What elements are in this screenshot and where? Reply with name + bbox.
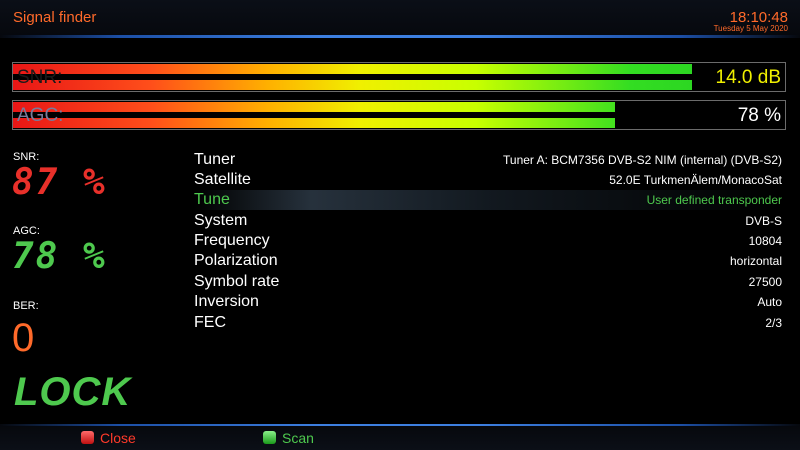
list-item-label: Polarization [194,252,278,269]
list-item-fec[interactable]: FEC 2/3 [194,313,782,333]
agc-meter-value: 78 % [737,105,781,126]
list-item-label: Tuner [194,151,236,168]
list-item-value: 2/3 [765,316,782,330]
header-divider [0,35,800,38]
close-button-label: Close [100,430,136,446]
snr-meter-label: SNR: [17,67,63,88]
list-item-label: Inversion [194,293,259,310]
snr-meter-value: 14.0 dB [715,67,782,88]
scan-button-label: Scan [282,430,314,446]
list-item-label: Frequency [194,232,270,249]
list-item-inversion[interactable]: Inversion Auto [194,292,782,312]
list-item-label: System [194,212,248,229]
snr-digital-readout: 87 % [12,162,107,203]
snr-meter-fill-bottom [13,80,693,90]
list-item-value: Tuner A: BCM7356 DVB-S2 NIM (internal) (… [503,153,782,167]
list-item-value: horizontal [729,254,782,268]
list-item-value: 52.0E TurkmenÄlem/MonacoSat [609,173,782,187]
list-item-label: Symbol rate [194,273,280,290]
list-item-label: Tune [194,191,230,208]
lock-status: LOCK [14,370,132,414]
list-item-value: 27500 [748,275,782,289]
agc-meter-fill [13,101,616,129]
snr-meter-fill [13,63,693,91]
agc-meter: AGC: 78 % [12,100,786,130]
ber-readout: 0 [12,316,35,360]
header-bar [0,0,800,37]
ber-side-label: BER: [13,300,39,312]
snr-meter: SNR: 14.0 dB [12,62,786,92]
agc-meter-label: AGC: [17,105,64,126]
page-title: Signal finder [13,9,97,26]
list-item-value: User defined transponder [646,193,782,207]
agc-digital-readout: 78 % [12,236,107,277]
red-key-icon [81,431,94,444]
snr-meter-fill-top [13,64,693,74]
list-item-value: 10804 [748,234,782,248]
list-item-value: Auto [757,295,782,309]
list-item-satellite[interactable]: Satellite 52.0E TurkmenÄlem/MonacoSat [194,170,782,190]
list-item-tuner[interactable]: Tuner Tuner A: BCM7356 DVB-S2 NIM (inter… [194,150,782,170]
green-key-icon [263,431,276,444]
footer-divider [0,424,800,426]
agc-meter-fill-top [13,102,616,112]
list-item-value: DVB-S [745,214,782,228]
list-item-frequency[interactable]: Frequency 10804 [194,231,782,251]
list-item-label: Satellite [194,171,251,188]
agc-meter-fill-bottom [13,118,616,128]
list-item-system[interactable]: System DVB-S [194,211,782,231]
clock-date: Tuesday 5 May 2020 [713,24,788,33]
list-item-label: FEC [194,314,226,331]
list-item-polarization[interactable]: Polarization horizontal [194,251,782,271]
list-item-tune[interactable]: Tune User defined transponder [194,190,782,210]
list-item-symbol-rate[interactable]: Symbol rate 27500 [194,272,782,292]
